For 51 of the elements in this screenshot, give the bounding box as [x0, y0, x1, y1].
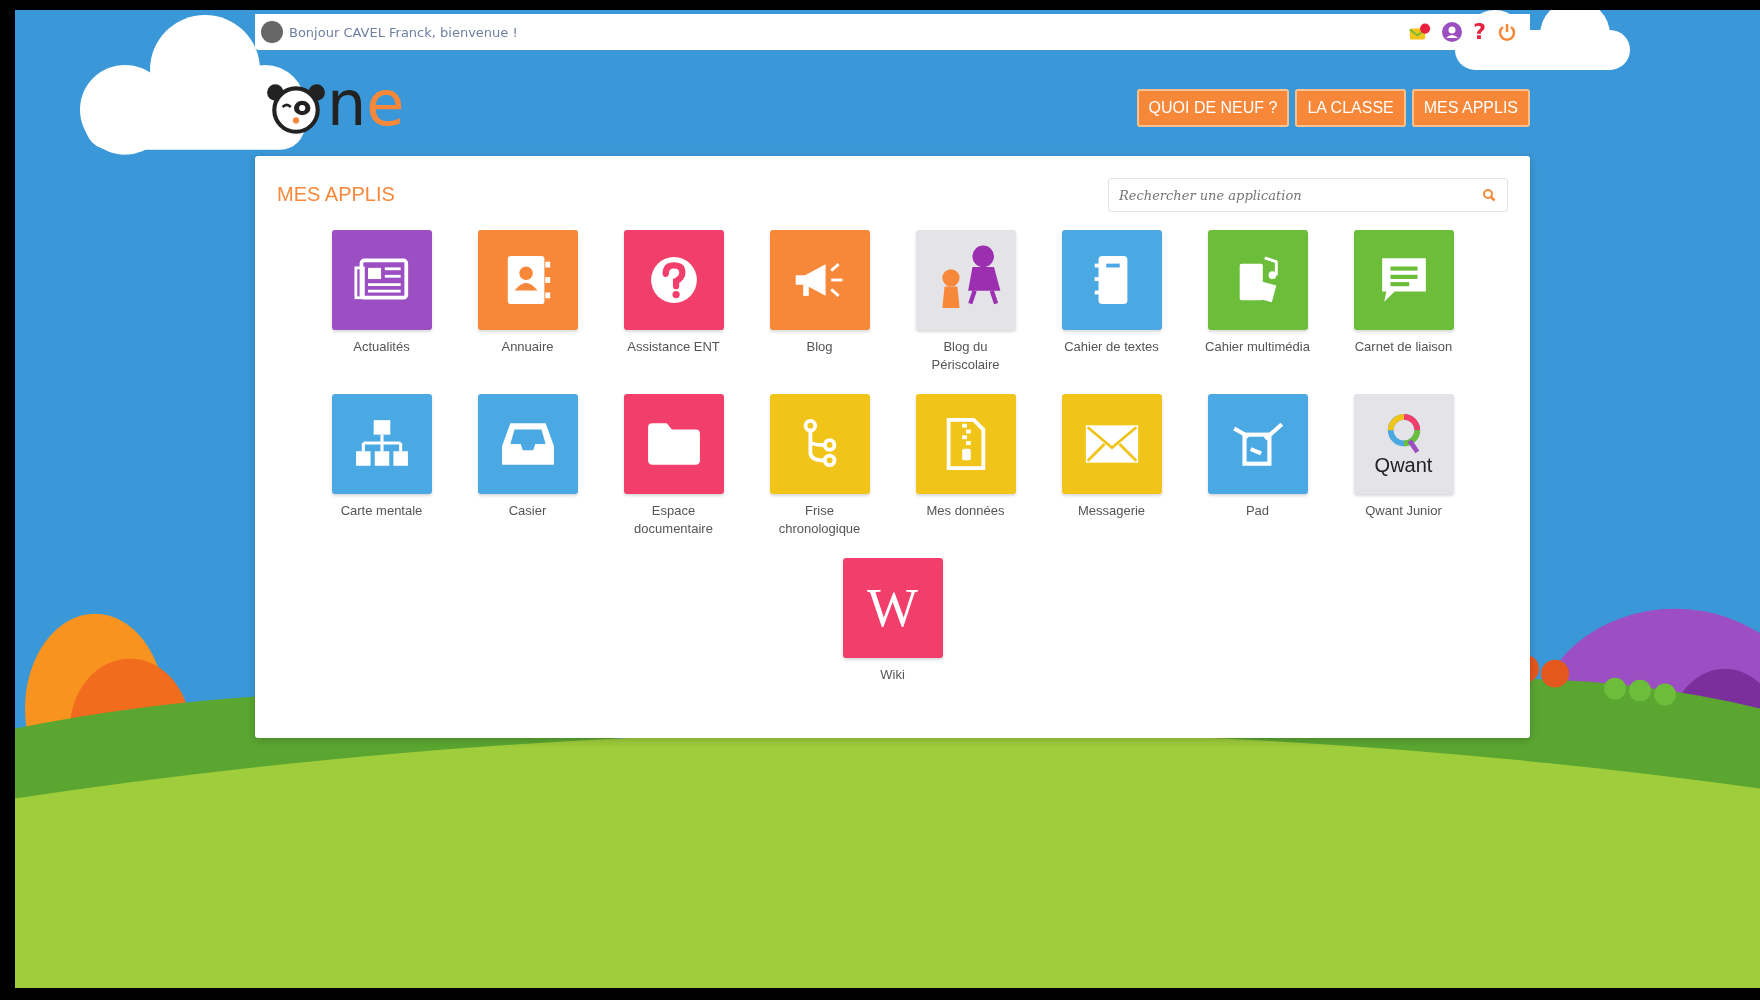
- app-label: Frise chronologique: [777, 502, 862, 538]
- app-label: Espace documentaire: [633, 502, 714, 538]
- app-tile[interactable]: Qwant: [1353, 394, 1454, 494]
- app-tile[interactable]: [477, 394, 578, 494]
- avatar-icon: [261, 21, 283, 43]
- user-icon[interactable]: [1441, 21, 1464, 43]
- app-tile[interactable]: [331, 394, 432, 494]
- app-label: Blog: [805, 338, 834, 356]
- power-icon[interactable]: [1496, 21, 1518, 43]
- help-icon[interactable]: ?: [1473, 21, 1486, 43]
- wiki-logo-text: W: [867, 581, 918, 635]
- app-label: Assistance ENT: [626, 338, 721, 356]
- app-tile[interactable]: [1207, 230, 1308, 330]
- panel-title: MES APPLIS: [277, 182, 395, 206]
- search-field[interactable]: Rechercher une application: [1108, 178, 1508, 212]
- panda-face-icon: [265, 82, 327, 134]
- app-label: Messagerie: [1076, 502, 1147, 520]
- app-tile[interactable]: [1061, 230, 1162, 330]
- logo-text: ne: [327, 74, 405, 134]
- app-tile[interactable]: [915, 394, 1016, 494]
- app-label: Cahier de textes: [1063, 338, 1160, 356]
- app-label: Mes données: [925, 502, 1006, 520]
- app-label: Wiki: [879, 666, 906, 684]
- app-label: Carte mentale: [339, 502, 424, 520]
- app-tile[interactable]: [623, 230, 724, 330]
- search-icon[interactable]: [1482, 188, 1496, 202]
- app-tile[interactable]: [1061, 394, 1162, 494]
- app-tile[interactable]: [623, 394, 724, 494]
- app-label: Pad: [1244, 502, 1271, 520]
- nav-button[interactable]: LA CLASSE: [1295, 89, 1406, 127]
- app-tile[interactable]: W: [842, 558, 943, 658]
- nav-button[interactable]: QUOI DE NEUF ?: [1136, 89, 1290, 127]
- app-tile[interactable]: [915, 230, 1016, 330]
- app-tile[interactable]: [331, 230, 432, 330]
- app-tile[interactable]: [769, 230, 870, 330]
- app-tile[interactable]: [477, 230, 578, 330]
- app-tile[interactable]: [769, 394, 870, 494]
- app-label: Blog du Périscolaire: [930, 338, 1001, 374]
- app-tile[interactable]: [1353, 230, 1454, 330]
- app-label: Qwant Junior: [1364, 502, 1443, 520]
- qwant-logo-text: Qwant: [1374, 453, 1433, 477]
- app-label: Carnet de liaison: [1353, 338, 1454, 356]
- trees-drawing: [1604, 677, 1676, 706]
- app-label: Actualités: [352, 338, 411, 356]
- mail-icon[interactable]: [1409, 21, 1432, 43]
- app-label: Cahier multimédia: [1204, 338, 1311, 356]
- app-label: Annuaire: [500, 338, 555, 356]
- app-tile[interactable]: [1207, 394, 1308, 494]
- greeting-text: Bonjour CAVEL Franck, bienvenue !: [289, 24, 518, 40]
- app-label: Casier: [507, 502, 548, 520]
- nav-button[interactable]: MES APPLIS: [1411, 89, 1530, 127]
